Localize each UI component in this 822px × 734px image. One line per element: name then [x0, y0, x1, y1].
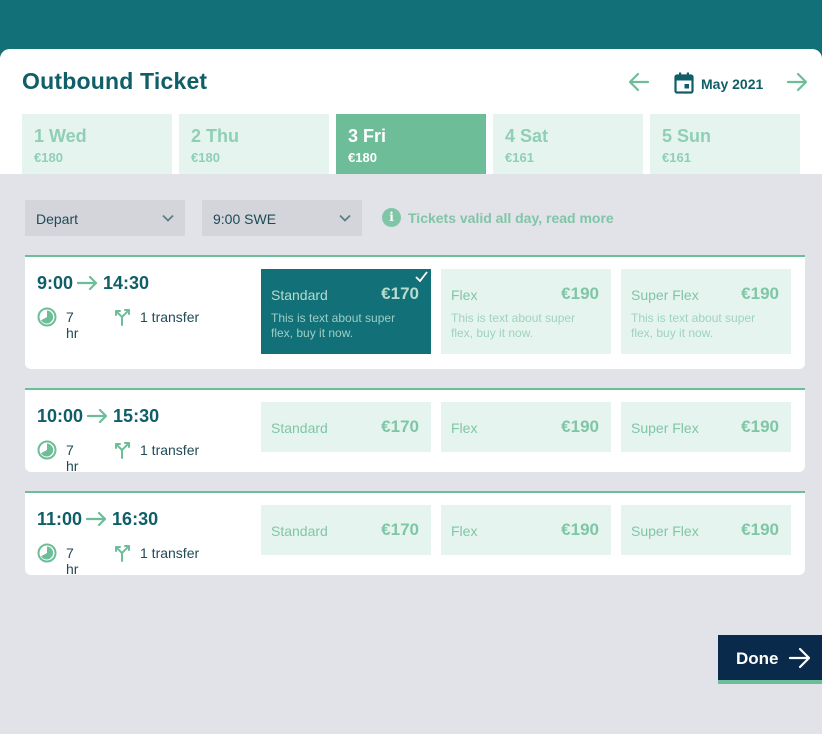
day-price: €180 [348, 150, 377, 165]
arrow-left-icon[interactable] [628, 71, 650, 95]
fare-price: €170 [381, 284, 419, 303]
check-icon [415, 271, 428, 282]
duration: 7 hr [66, 545, 79, 577]
depart-time: 10:00 [37, 406, 84, 426]
journey-times: 11:00 16:30 [37, 509, 158, 530]
fare-description: This is text about super flex, buy it no… [451, 311, 576, 340]
fare-name: Super Flex [631, 287, 699, 303]
fare-name: Standard [271, 420, 328, 436]
arrow-right-icon [86, 512, 107, 526]
fare-description: This is text about super flex, buy it no… [631, 311, 756, 340]
fare-price: €190 [561, 417, 599, 436]
fare-price: €190 [741, 284, 779, 303]
fare-description: This is text about super flex, buy it no… [271, 311, 396, 340]
direction-value: Depart [36, 211, 79, 227]
ticket-header: Outbound Ticket May 2021 1 Wed €180 2 Th… [0, 49, 822, 174]
arrive-time: 16:30 [112, 509, 159, 529]
fare-name: Flex [451, 287, 478, 303]
day-tab-2[interactable]: 2 Thu €180 [179, 114, 329, 174]
direction-select[interactable]: Depart [25, 200, 185, 236]
fare-price: €190 [741, 417, 779, 436]
day-price: €161 [505, 150, 534, 165]
transfers: 1 transfer [140, 309, 200, 325]
top-bar [0, 0, 822, 49]
journey-card: 9:00 14:30 7 hr 1 transfer Standard €170 … [25, 255, 805, 369]
filters-bar: Depart 9:00 SWE i Tickets valid all day,… [25, 200, 805, 236]
clock-icon [37, 440, 57, 460]
depart-time: 11:00 [37, 509, 83, 529]
journey-card: 11:00 16:30 7 hr 1 transfer Standard €170… [25, 491, 805, 577]
fare-price: €170 [381, 417, 419, 436]
info-icon: i [382, 208, 401, 227]
fare-price: €190 [561, 520, 599, 539]
month-label[interactable]: May 2021 [701, 76, 763, 92]
fare-name: Flex [451, 523, 478, 539]
day-label: 4 Sat [505, 126, 549, 146]
day-price: €180 [34, 150, 63, 165]
fare-name: Super Flex [631, 420, 699, 436]
chevron-down-icon [162, 214, 174, 222]
fare-price: €190 [561, 284, 599, 303]
fare-option-standard[interactable]: Standard €170 This is text about super f… [261, 269, 431, 354]
fare-option-flex[interactable]: Flex €190 [441, 402, 611, 452]
transfer-icon [115, 309, 130, 326]
fare-name: Flex [451, 420, 478, 436]
arrow-right-icon [77, 276, 98, 290]
day-tab-3[interactable]: 3 Fri €180 [336, 114, 486, 174]
duration: 7 hr [66, 309, 79, 341]
time-select[interactable]: 9:00 SWE [202, 200, 362, 236]
day-price: €161 [662, 150, 691, 165]
day-price: €180 [191, 150, 220, 165]
transfers: 1 transfer [140, 545, 200, 561]
arrow-right-icon [788, 647, 811, 669]
clock-icon [37, 543, 57, 563]
day-label: 3 Fri [348, 126, 387, 146]
day-tab-5[interactable]: 5 Sun €161 [650, 114, 800, 174]
fare-option-standard[interactable]: Standard €170 [261, 505, 431, 555]
arrow-right-icon [87, 409, 108, 423]
page-title: Outbound Ticket [22, 68, 208, 94]
depart-time: 9:00 [37, 273, 74, 293]
fare-option-flex[interactable]: Flex €190 This is text about super flex,… [441, 269, 611, 354]
day-label: 1 Wed [34, 126, 87, 146]
arrow-right-icon[interactable] [786, 71, 808, 95]
fare-option-super-flex[interactable]: Super Flex €190 This is text about super… [621, 269, 791, 354]
transfers: 1 transfer [140, 442, 200, 458]
ticket-panel: Outbound Ticket May 2021 1 Wed €180 2 Th… [0, 49, 822, 734]
arrive-time: 15:30 [113, 406, 160, 426]
journey-card: 10:00 15:30 7 hr 1 transfer Standard €170… [25, 388, 805, 474]
duration: 7 hr [66, 442, 79, 474]
time-value: 9:00 SWE [213, 211, 277, 227]
calendar-icon [674, 72, 694, 94]
journey-times: 10:00 15:30 [37, 406, 159, 427]
fare-name: Super Flex [631, 523, 699, 539]
fare-name: Standard [271, 523, 328, 539]
day-label: 2 Thu [191, 126, 239, 146]
fare-option-standard[interactable]: Standard €170 [261, 402, 431, 452]
fare-option-flex[interactable]: Flex €190 [441, 505, 611, 555]
info-text: Tickets valid all day, read more [408, 210, 614, 226]
fare-option-super-flex[interactable]: Super Flex €190 [621, 402, 791, 452]
month-navigator: May 2021 [628, 71, 813, 95]
done-button[interactable]: Done [718, 635, 822, 684]
day-tab-1[interactable]: 1 Wed €180 [22, 114, 172, 174]
chevron-down-icon [339, 214, 351, 222]
fare-option-super-flex[interactable]: Super Flex €190 [621, 505, 791, 555]
fare-name: Standard [271, 287, 328, 303]
day-tab-4[interactable]: 4 Sat €161 [493, 114, 643, 174]
arrive-time: 14:30 [103, 273, 150, 293]
transfer-icon [115, 545, 130, 562]
fare-price: €170 [381, 520, 419, 539]
journey-times: 9:00 14:30 [37, 273, 149, 294]
done-label: Done [736, 649, 779, 668]
day-label: 5 Sun [662, 126, 712, 146]
clock-icon [37, 307, 57, 327]
transfer-icon [115, 442, 130, 459]
fare-price: €190 [741, 520, 779, 539]
